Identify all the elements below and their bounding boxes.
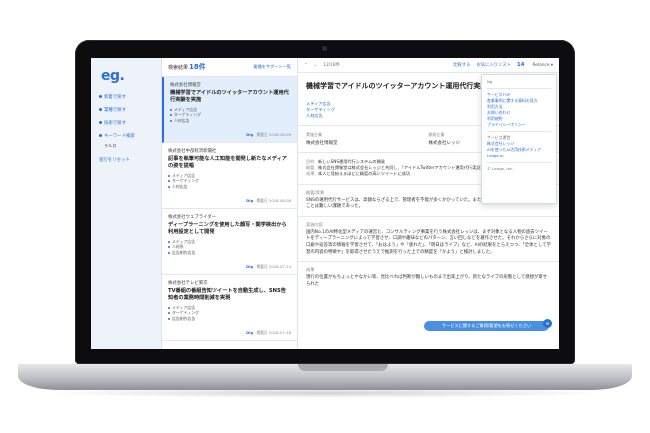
bullet-icon [168,307,170,309]
section-result: 成果 現行の位置がもちょっとやなかい等、見比べれば判断が難しいものまで出来上がり… [298,262,559,293]
dropdown-group-service: サービスTOP 産業事例に関する資料の見方 利用方法 お問い合わせ 利用規約 プライバシー… [487,92,551,128]
search-icon [99,134,102,137]
laptop-notch [298,364,388,371]
card-meta: Dig 掲載日 2018-08-09 [246,132,291,138]
brand-label: Dig [246,264,254,269]
top-bar: ⌃ ⌄ 12/18件 比較する お気に入りリスト 14 Relance ▾ [298,58,559,73]
dropdown-group-company: 株式会社レッジ AIを使ったAI活用技術メディア Ledge.ai [487,141,551,159]
sidebar-item-label: 業種で探す [104,108,126,113]
app-screen: eg. 新着で探す 業種で探す 技術で探す キーワード検索 ラルロ 進行をリセッ… [91,58,559,349]
laptop-base [18,364,632,390]
bullet-icon [99,121,102,124]
sidebar-item-technology[interactable]: 技術で探す [99,120,157,126]
info-label: 実施企業 [306,132,322,137]
card-date: 掲載日 2018-07-18 [256,330,291,335]
list-item[interactable]: 株式会社博報堂 機械学習でアイドルのツイッターアカウント運用代行実験を実施 メディア… [162,77,297,143]
sidebar-item-label: 新着で探す [104,95,126,100]
card-title: TV番組の番組告知ツイートを自動生成し、SNS告知者の業務時間削減を実現 [168,288,286,301]
card-company: 株式会社博報堂 [170,83,201,88]
card-list: 株式会社博報堂 機械学習でアイドルのツイッターアカウント運用代行実験を実施 メディア… [162,77,297,341]
camera-icon [322,46,327,51]
bullet-icon [168,251,170,254]
bullet-icon [170,109,172,111]
sidebar-item-keyword[interactable]: キーワード検索 [99,133,157,139]
card-meta: Dig 掲載日 2018-07-24 [246,264,291,270]
dropdown-header: Ng [487,79,493,84]
sidebar-item-new[interactable]: 新着で探す [99,94,157,100]
bullet-icon [168,317,170,320]
list-item[interactable]: 株式会社中部経済新聞社 記事を執筆可能な人工知能を開発し新たなメディアの姿を提唱メ… [162,143,297,209]
result-count: 検索結果18件 [168,63,206,71]
sidebar-nav: 新着で探す 業種で探す 技術で探す キーワード検索 ラルロ 進行をリセット [99,94,157,170]
list-item[interactable]: 株式会社ウェブライダーディープラーニングを使用した顔写・関学検出から利用設定とし… [162,209,297,275]
bullet-icon [168,180,170,183]
list-item[interactable]: 株式会社テレビ東京 TV番組の番組告知ツイートを自動生成し、SNS告知者の業務時間… [162,275,297,341]
card-tag: 広告制作広告 [168,316,291,321]
section-heading: 成果 [306,267,315,273]
page-info: 12/18件 [323,63,340,68]
list-header: 検索結果18件 業種をサポート一覧 [162,58,297,77]
card-title: 記事を執筆可能な人工知能を開発し新たなメディアの姿を提唱 [168,156,287,169]
card-title: 機械学習でアイドルのツイッターアカウント運用代行実験を実施 [170,90,289,103]
favorites-count: 14 [516,62,525,68]
result-list: 検索結果18件 業種をサポート一覧 株式会社博報堂機械学習でアイドルのツイッター… [162,58,298,349]
dropdown-footer: © Ledge, Inc. [487,166,514,171]
sidebar-item-label: キーワード検索 [104,134,135,139]
card-tag: 人材広告 [170,118,291,123]
app-logo[interactable]: eg. [101,68,125,84]
compare-link[interactable]: 比較する [453,62,470,68]
pager: ⌃ ⌄ 12/18件 [304,62,346,68]
card-title: ディープラーニングを使用した顔写・関学検出から利用設定として開発 [168,222,287,235]
bullet-icon [170,119,172,122]
card-meta: Dig 掲載日 2018-08-08 [246,198,291,204]
feedback-label: サービスに関するご質問/要望をお寄せください [441,323,532,328]
divider [487,88,551,89]
card-date: 掲載日 2018-08-09 [256,132,291,137]
divider [487,131,551,132]
divider [487,162,551,163]
sort-link[interactable]: 業種をサポート一覧 [253,64,291,70]
sidebar-sub-label: ラルロ [104,143,117,148]
chevron-up-icon[interactable]: ⌃ [304,63,308,68]
bullet-icon [170,114,172,117]
card-company: 株式会社中部経済新聞社 [168,149,217,154]
bullet-icon [168,312,170,315]
favorites-link[interactable]: お気に入りリスト [476,62,510,68]
section-heading: 実施内容 [306,221,323,227]
card-meta: Dig 掲載日 2018-07-18 [246,330,291,336]
user-dropdown: Ng サービスTOP 産業事例に関する資料の見方 利用方法 お問い合わせ 利用規約 プライ… [481,74,557,204]
bullet-icon [99,108,102,111]
bullet-icon [168,241,170,243]
card-company: 株式会社テレビ東京 [168,281,208,286]
brand-label: Dig [246,132,254,137]
dropdown-item[interactable]: Ledge.ai [487,153,551,159]
sidebar-item-label: 技術で探す [104,121,126,126]
info-value[interactable]: 株式会社博報堂 [306,140,429,146]
bullet-icon [168,175,170,177]
card-company: 株式会社ウェブライダー [168,215,217,220]
bullet-icon [168,246,170,249]
bullet-icon [168,185,170,188]
card-tag: 広告制作広告 [168,250,291,255]
section-text: 現行の位置がもちょっとやなかい等、見比べれば判断が難しいものまで出来上がり、新た… [306,275,548,287]
card-tag: 人材広告 [168,184,291,189]
sidebar: eg. 新着で探す 業種で探す 技術で探す キーワード検索 ラルロ 進行をリセッ… [91,58,162,349]
feedback-button[interactable]: サービスに関するご質問/要望をお寄せください ✉ [424,319,552,331]
chat-icon[interactable]: ✉ [543,319,552,328]
section-content: 実施内容 国内No.1のAI特化型メディアの運営と、コンサルティング事業を行う株… [298,217,559,263]
info-implementer: 実施企業 株式会社博報堂 [306,132,429,146]
reset-link[interactable]: 進行をリセット [99,157,157,163]
section-text: 国内No.1のAI特化型メディアの運営と、コンサルティング事業を行う株式会社レッ… [306,229,551,255]
brand-label: Dig [246,330,254,335]
brand-label: Dig [246,198,254,203]
bullet-icon [99,95,102,98]
user-menu[interactable]: Relance ▾ [532,63,553,68]
dropdown-item[interactable]: プライバシーポリシー [487,122,551,128]
card-date: 掲載日 2018-07-24 [256,264,291,269]
card-date: 掲載日 2018-08-08 [256,198,291,203]
sidebar-item-industry[interactable]: 業種で探す [99,107,157,113]
chevron-down-icon[interactable]: ⌄ [314,63,318,68]
